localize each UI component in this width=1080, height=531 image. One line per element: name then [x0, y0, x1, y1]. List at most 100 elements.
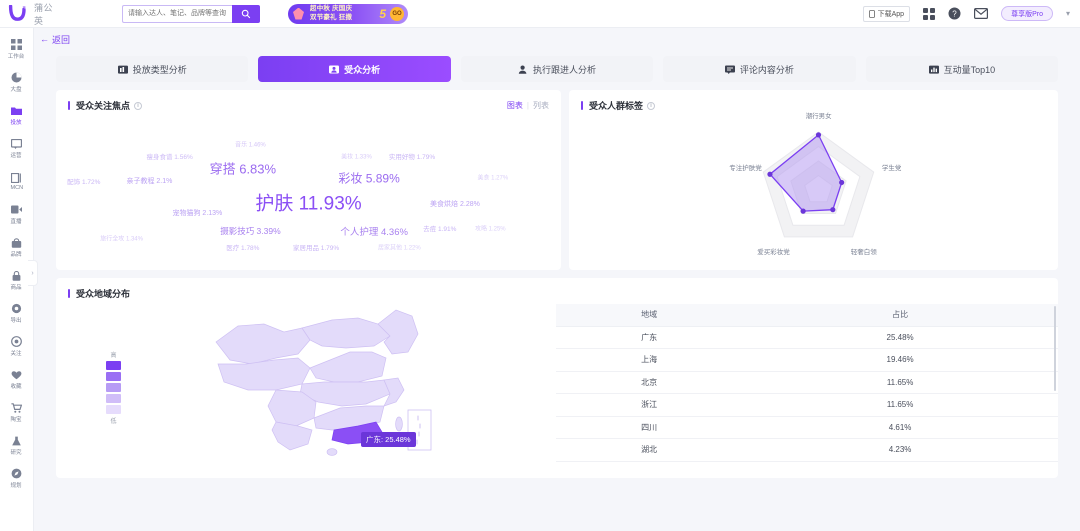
- word-cloud-item[interactable]: 家居用品 1.79%: [293, 242, 339, 252]
- word-cloud-item[interactable]: 居家其他 1.22%: [378, 243, 421, 252]
- word-cloud-item[interactable]: 去痘 1.91%: [423, 223, 456, 233]
- radar-point-0[interactable]: [815, 132, 822, 138]
- legend-swatch-1: [106, 361, 121, 370]
- app-logo[interactable]: [0, 5, 34, 22]
- search-icon: [241, 9, 251, 18]
- sidebar-label-8: 导出: [10, 318, 23, 324]
- word-cloud-item[interactable]: 美食烘焙 2.28%: [430, 199, 480, 209]
- word-cloud-item[interactable]: 亲子教程 2.1%: [126, 176, 172, 186]
- radar-point-4[interactable]: [767, 171, 773, 177]
- audience-focus-title: 受众关注焦点 i: [68, 99, 143, 112]
- tab-delivery-type[interactable]: 投放类型分析: [56, 56, 249, 82]
- sidebar-item-13[interactable]: 规划: [0, 462, 33, 495]
- radar-point-1[interactable]: [839, 179, 845, 186]
- view-toggle-chart[interactable]: 图表: [507, 100, 523, 111]
- map-region-innermongolia: [301, 317, 391, 349]
- view-toggle-list[interactable]: 列表: [533, 100, 549, 111]
- sidebar-item-2[interactable]: 投放: [0, 99, 33, 132]
- search-button[interactable]: [232, 4, 260, 23]
- word-cloud-item[interactable]: 美食 1.27%: [477, 172, 508, 181]
- china-map-panel: 高 低 广东: 25.48%: [56, 300, 556, 470]
- search-input[interactable]: [122, 4, 232, 23]
- back-link[interactable]: ← 返回: [34, 28, 1080, 50]
- table-row[interactable]: 北京 11.65%: [556, 371, 1058, 394]
- tab-follow-up-person[interactable]: 执行跟进人分析: [460, 56, 654, 82]
- audience-region-title: 受众地域分布: [68, 287, 130, 300]
- person-card-icon: [329, 64, 340, 74]
- table-row[interactable]: 广东 25.48%: [556, 326, 1058, 349]
- tab-audience[interactable]: 受众分析: [258, 56, 451, 82]
- sidebar-item-10[interactable]: 收藏: [0, 363, 33, 396]
- radar-point-3[interactable]: [800, 208, 806, 214]
- map-region-taiwan: [395, 416, 403, 432]
- word-cloud-item[interactable]: 宠物猫狗 2.13%: [172, 208, 222, 218]
- sidebar-label-3: 运营: [10, 153, 23, 159]
- word-cloud-item[interactable]: 穿搭 6.83%: [210, 158, 276, 177]
- word-cloud-item[interactable]: 护肤 11.93%: [255, 189, 361, 216]
- page-content: ← 返回 投放类型分析 受众分析 执行跟进人分析 评论内容分析 互动量Top10…: [34, 28, 1080, 531]
- word-cloud-item[interactable]: 音乐 1.46%: [235, 139, 266, 148]
- sidebar-label-1: 大盘: [10, 87, 23, 93]
- info-icon[interactable]: i: [134, 101, 143, 110]
- radar-label-2: 轻奢白领: [850, 248, 877, 256]
- sidebar-item-9[interactable]: 关注: [0, 330, 33, 363]
- table-header-row: 地域 占比: [556, 304, 1058, 327]
- tab-comment-content[interactable]: 评论内容分析: [663, 56, 856, 82]
- promo-banner[interactable]: 超中秋 庆国庆 双节豪礼 狂撒 5 GO: [288, 3, 408, 24]
- region-table: 地域 占比 广东 25.48% 上海 19.46% 北京 11.65% 浙江 11.65% 四川…: [556, 304, 1058, 462]
- word-cloud-item[interactable]: 旅行全攻 1.34%: [100, 234, 143, 243]
- word-cloud-item[interactable]: 摄影技巧 3.39%: [220, 225, 280, 237]
- cell-region: 浙江: [556, 393, 743, 417]
- word-cloud-item[interactable]: 美妆 1.33%: [341, 151, 372, 160]
- table-row[interactable]: 浙江 11.65%: [556, 393, 1058, 417]
- sidebar-collapse-toggle[interactable]: ›: [28, 260, 38, 286]
- back-label: 返回: [52, 34, 71, 45]
- sidebar-label-6: 品牌: [10, 252, 23, 258]
- info-icon[interactable]: i: [647, 101, 656, 110]
- sidebar-item-0[interactable]: 工作台: [0, 33, 33, 66]
- heart-icon: [11, 369, 22, 380]
- sidebar-item-5[interactable]: 直播: [0, 198, 33, 231]
- word-cloud-item[interactable]: 瘦身食谱 1.56%: [147, 151, 193, 161]
- word-cloud-item[interactable]: 彩妆 5.89%: [338, 170, 399, 187]
- cell-share: 19.46%: [742, 348, 1058, 372]
- table-row[interactable]: 四川 4.61%: [556, 416, 1058, 439]
- word-cloud-item[interactable]: 攻略 1.25%: [475, 223, 506, 232]
- table-row[interactable]: 上海 19.46%: [556, 348, 1058, 372]
- banner-line-1: 超中秋 庆国庆: [310, 5, 353, 13]
- sidebar-item-4[interactable]: MCN: [0, 165, 33, 198]
- cell-region: 广东: [556, 326, 743, 349]
- sidebar-label-5: 直播: [10, 219, 23, 225]
- download-app-button[interactable]: 下载App: [862, 5, 911, 22]
- map-legend: 高 低: [106, 350, 121, 425]
- sidebar-item-12[interactable]: 研究: [0, 429, 33, 462]
- message-icon: [11, 138, 22, 149]
- search-box[interactable]: [122, 4, 260, 23]
- grid-icon[interactable]: [923, 7, 936, 20]
- radar-point-2[interactable]: [830, 207, 836, 213]
- top-bar: 蒲公英 超中秋 庆国庆 双节豪礼 狂撒 5 GO 下载App: [0, 0, 1080, 28]
- column-header-share: 占比: [742, 304, 1058, 327]
- word-cloud-item[interactable]: 配饰 1.72%: [67, 176, 100, 186]
- word-cloud-item[interactable]: 医疗 1.78%: [226, 242, 259, 252]
- sidebar-item-8[interactable]: 导出: [0, 297, 33, 330]
- word-cloud-item[interactable]: 实用好物 1.79%: [389, 151, 435, 161]
- banner-go-button[interactable]: GO: [390, 6, 404, 21]
- region-table-head: 地域 占比: [556, 304, 1058, 327]
- mail-icon[interactable]: [974, 8, 989, 19]
- table-scrollbar[interactable]: [1054, 306, 1056, 391]
- tab-interaction-top10[interactable]: 互动量Top10: [865, 56, 1059, 82]
- word-cloud-item[interactable]: 个人护理 4.36%: [340, 224, 408, 238]
- tab-label-4: 互动量Top10: [943, 64, 996, 75]
- comment-icon: [724, 64, 735, 74]
- table-row[interactable]: 湖北 4.23%: [556, 438, 1058, 462]
- chevron-down-icon[interactable]: ▾: [1066, 9, 1070, 18]
- question-icon[interactable]: ?: [948, 7, 961, 20]
- sidebar-item-3[interactable]: 运营: [0, 132, 33, 165]
- video-icon: [11, 204, 22, 215]
- cell-share: 25.48%: [742, 326, 1058, 349]
- sidebar-item-11[interactable]: 陶宝: [0, 396, 33, 429]
- logo-icon: [8, 5, 26, 21]
- pro-badge[interactable]: 尊享版Pro: [1001, 6, 1053, 21]
- sidebar-item-1[interactable]: 大盘: [0, 66, 33, 99]
